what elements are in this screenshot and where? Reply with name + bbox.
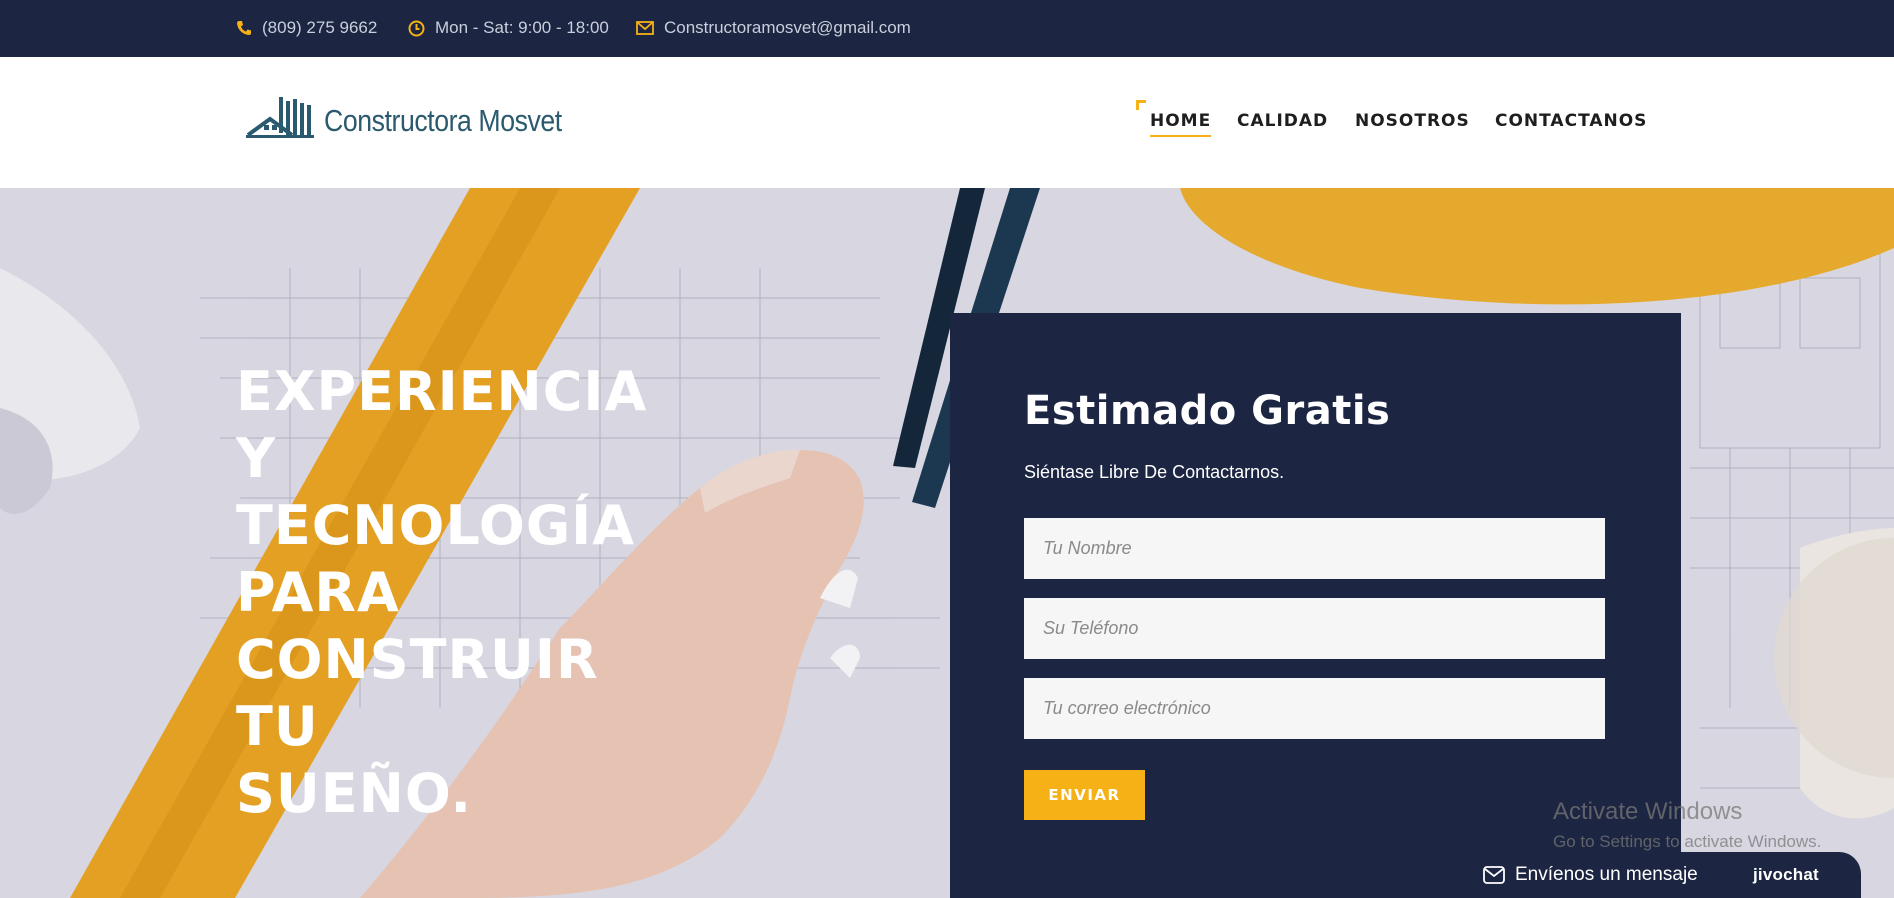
hours-text: Mon - Sat: 9:00 - 18:00 xyxy=(435,18,609,37)
jivochat-brand: jivochat xyxy=(1753,865,1819,884)
clock-icon xyxy=(408,20,425,36)
form-subtitle: Siéntase Libre De Contactarnos. xyxy=(1024,462,1285,482)
hero-line: TECNOLOGÍA xyxy=(236,494,636,557)
name-input[interactable]: Tu Nombre xyxy=(1024,518,1605,579)
email-info[interactable]: Constructoramosvet@gmail.com xyxy=(636,18,911,38)
nav-nosotros[interactable]: NOSOTROS xyxy=(1355,111,1470,131)
building-logo-icon xyxy=(246,97,314,138)
nav-calidad[interactable]: CALIDAD xyxy=(1237,111,1328,131)
email-text: Constructoramosvet@gmail.com xyxy=(664,18,911,37)
message-icon xyxy=(1483,866,1505,884)
hero-line: TU xyxy=(236,695,319,758)
top-info-bar: (809) 275 9662 Mon - Sat: 9:00 - 18:00 C… xyxy=(0,0,1894,57)
hero-line: CONSTRUIR xyxy=(236,628,599,691)
windows-activation-watermark: Activate Windows Go to Settings to activ… xyxy=(1553,798,1821,852)
hours-info: Mon - Sat: 9:00 - 18:00 xyxy=(408,18,609,38)
chat-widget[interactable]: Envíenos un mensaje jivochat xyxy=(1463,852,1861,898)
chat-label: Envíenos un mensaje xyxy=(1515,864,1698,885)
hero-section: EXPERIENCIA Y TECNOLOGÍA PARA CONSTRUIR … xyxy=(0,188,1894,898)
hero-headline: EXPERIENCIA Y TECNOLOGÍA PARA CONSTRUIR … xyxy=(236,358,647,827)
phone-info[interactable]: (809) 275 9662 xyxy=(236,18,377,38)
phone-input[interactable]: Su Teléfono xyxy=(1024,598,1605,659)
hero-line: Y xyxy=(236,427,277,490)
nav-home[interactable]: HOME xyxy=(1150,111,1212,137)
hero-line: PARA xyxy=(236,561,400,624)
watermark-title: Activate Windows xyxy=(1553,798,1743,825)
logo-text: Constructora Mosvet xyxy=(324,103,562,138)
phone-icon xyxy=(237,21,251,35)
hero-line: SUEÑO. xyxy=(236,762,473,825)
nav-active-marker xyxy=(1136,100,1146,110)
site-header: Constructora Mosvet HOME CALIDAD NOSOTRO… xyxy=(0,57,1894,188)
phone-text: (809) 275 9662 xyxy=(262,18,378,37)
logo[interactable]: Constructora Mosvet xyxy=(246,95,601,139)
nav-contactanos[interactable]: CONTACTANOS xyxy=(1495,111,1647,131)
watermark-subtitle: Go to Settings to activate Windows. xyxy=(1553,832,1822,851)
send-button[interactable]: ENVIAR xyxy=(1024,770,1145,820)
envelope-icon xyxy=(636,21,654,35)
email-input[interactable]: Tu correo electrónico xyxy=(1024,678,1605,739)
hero-line: EXPERIENCIA xyxy=(236,360,648,423)
form-title: Estimado Gratis xyxy=(1024,388,1391,434)
